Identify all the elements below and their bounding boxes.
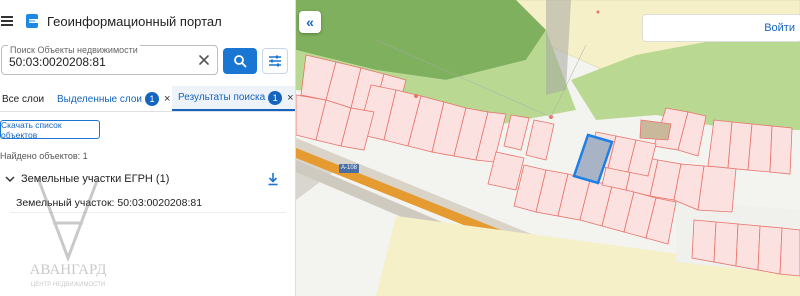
- top-bar: Геоинформационный портал: [0, 8, 295, 34]
- search-field[interactable]: Поиск Объекты недвижимости: [1, 45, 218, 75]
- map-canvas[interactable]: [296, 0, 800, 296]
- road-number-badge: А-108: [339, 164, 360, 173]
- tab-close-icon[interactable]: ×: [287, 92, 293, 104]
- search-field-label: Поиск Объекты недвижимости: [8, 45, 140, 55]
- watermark-subtext: ЦЕНТР НЕДВИЖИМОСТИ: [31, 282, 105, 288]
- app-title: Геоинформационный портал: [47, 13, 222, 29]
- map-view[interactable]: « Войти А-108: [296, 0, 800, 296]
- tab-close-icon[interactable]: ×: [164, 93, 170, 105]
- search-icon: [234, 55, 247, 68]
- tab-all-layers[interactable]: Все слои: [2, 86, 44, 112]
- result-item[interactable]: Земельный участок: 50:03:0020208:81: [10, 193, 286, 213]
- collapse-panel-button[interactable]: «: [299, 11, 321, 33]
- hamburger-menu-icon[interactable]: [1, 16, 13, 26]
- tab-search-results[interactable]: Результаты поиска 1 ×: [172, 86, 295, 111]
- result-group-header[interactable]: Земельные участки ЕГРН (1): [5, 170, 285, 188]
- tab-label: Результаты поиска: [178, 92, 266, 103]
- count-badge: 1: [268, 90, 283, 105]
- filter-button[interactable]: [262, 48, 288, 74]
- download-list-button[interactable]: Скачать список объектов: [0, 120, 100, 140]
- tab-label: Все слои: [2, 93, 45, 105]
- login-button[interactable]: Войти: [642, 14, 800, 42]
- tab-bar: Все слои Выделенные слои 1 × Результаты …: [0, 86, 295, 112]
- result-item-label: Земельный участок: 50:03:0020208:81: [16, 196, 203, 209]
- filter-settings-icon: [269, 55, 281, 67]
- result-group-label: Земельные участки ЕГРН (1): [21, 173, 170, 185]
- search-input[interactable]: [9, 55, 189, 69]
- search-panel: Геоинформационный портал Поиск Объекты н…: [0, 0, 296, 296]
- tab-selected-layers[interactable]: Выделенные слои 1 ×: [57, 86, 170, 112]
- close-icon[interactable]: [197, 53, 211, 67]
- count-badge: 1: [145, 92, 159, 106]
- chevron-down-icon[interactable]: [5, 175, 15, 183]
- search-button[interactable]: [223, 48, 257, 74]
- watermark-text: АВАНГАРД: [30, 262, 107, 278]
- portal-logo-icon: [26, 14, 38, 28]
- found-count: Найдено объектов: 1: [0, 151, 88, 161]
- download-icon[interactable]: [267, 172, 279, 186]
- tab-label: Выделенные слои: [57, 93, 142, 105]
- app-window: Геоинформационный портал Поиск Объекты н…: [0, 0, 800, 296]
